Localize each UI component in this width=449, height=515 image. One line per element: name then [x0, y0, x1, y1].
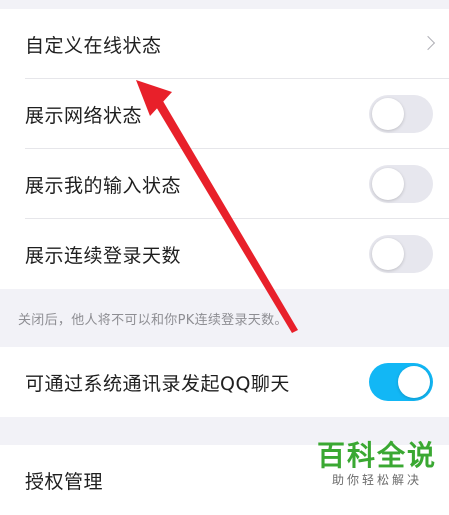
show-typing-status-toggle[interactable] — [369, 165, 433, 203]
show-network-status-toggle[interactable] — [369, 95, 433, 133]
show-typing-status-label: 展示我的输入状态 — [25, 174, 182, 197]
top-spacer — [0, 0, 449, 9]
login-streak-note: 关闭后，他人将不可以和你PK连续登录天数。 — [18, 312, 288, 328]
toggle-knob — [398, 366, 430, 398]
show-login-streak-row: 展示连续登录天数 — [0, 219, 449, 289]
contacts-qq-chat-toggle[interactable] — [369, 363, 433, 401]
toggle-knob — [372, 238, 404, 270]
contacts-qq-chat-row: 可通过系统通讯录发起QQ聊天 — [0, 347, 449, 417]
show-network-status-label: 展示网络状态 — [25, 104, 143, 127]
settings-group-status: 自定义在线状态 展示网络状态 展示我的输入状态 展示连续登录天数 — [0, 9, 449, 289]
contacts-qq-chat-label: 可通过系统通讯录发起QQ聊天 — [25, 372, 290, 395]
show-login-streak-toggle[interactable] — [369, 235, 433, 273]
custom-online-status-row[interactable]: 自定义在线状态 — [0, 9, 449, 79]
authorization-management-row[interactable]: 授权管理 — [0, 445, 449, 515]
authorization-management-label: 授权管理 — [25, 470, 104, 493]
toggle-knob — [372, 168, 404, 200]
show-typing-status-row: 展示我的输入状态 — [0, 149, 449, 219]
chevron-right-icon — [420, 35, 436, 51]
settings-group-auth: 授权管理 — [0, 445, 449, 515]
show-login-streak-label: 展示连续登录天数 — [25, 244, 182, 267]
toggle-knob — [372, 98, 404, 130]
settings-group-contacts: 可通过系统通讯录发起QQ聊天 — [0, 347, 449, 417]
show-network-status-row: 展示网络状态 — [0, 79, 449, 149]
custom-online-status-label: 自定义在线状态 — [25, 34, 162, 57]
